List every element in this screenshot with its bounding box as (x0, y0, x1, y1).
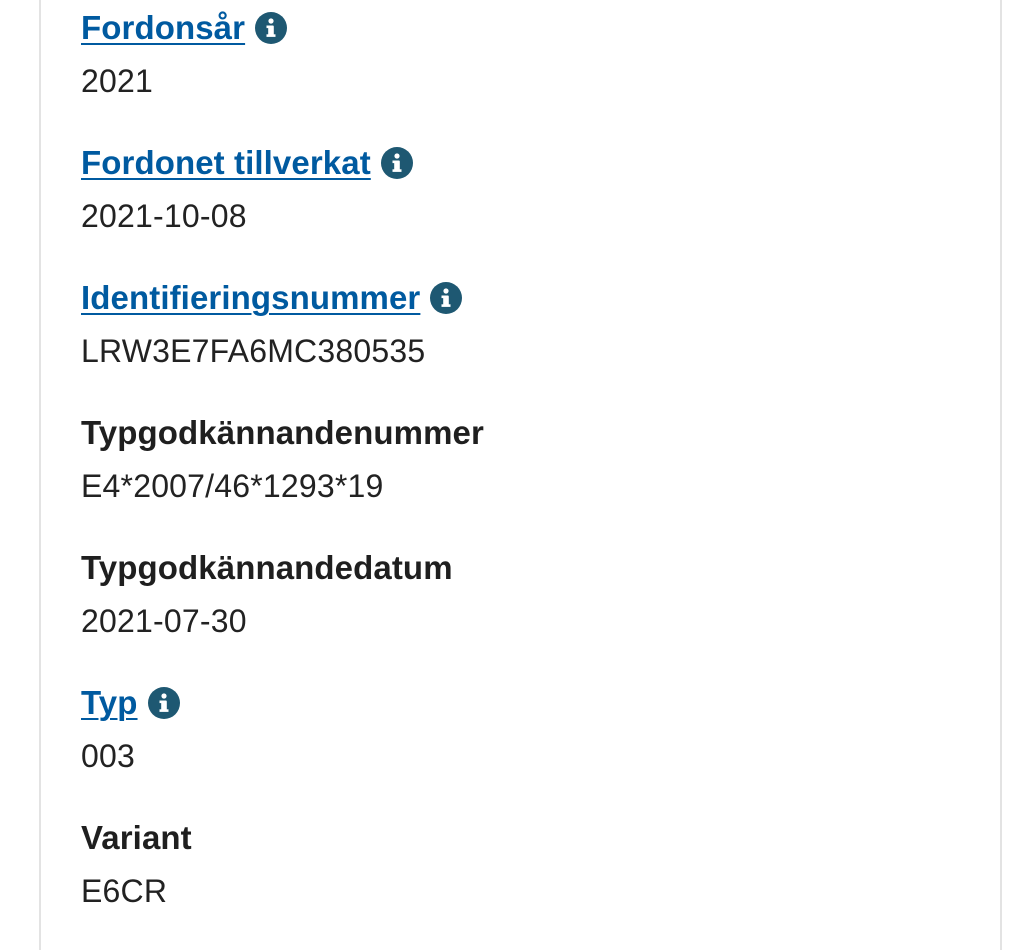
fordonsar-value: 2021 (81, 63, 153, 99)
identifieringsnummer-link[interactable]: Identifieringsnummer (81, 279, 420, 317)
typgodkannandedatum-label: Typgodkännandedatum (81, 549, 453, 586)
info-icon[interactable] (430, 282, 463, 314)
identifieringsnummer-value: LRW3E7FA6MC380535 (81, 333, 426, 369)
info-icon[interactable] (147, 687, 180, 719)
typ-link[interactable]: Typ (81, 684, 138, 722)
field-fordonet-tillverkat: Fordonet tillverkat 2021-10-08 (81, 143, 413, 236)
field-label-row: Variant (81, 818, 192, 858)
field-typgodkannandedatum: Typgodkännandedatum 2021-07-30 (81, 548, 453, 641)
field-typ: Typ 003 (81, 683, 180, 776)
typgodkannandenummer-label: Typgodkännandenummer (81, 414, 484, 451)
variant-label: Variant (81, 819, 192, 856)
typgodkannandedatum-value: 2021-07-30 (81, 603, 247, 639)
field-typgodkannandenummer: Typgodkännandenummer E4*2007/46*1293*19 (81, 413, 484, 506)
typgodkannandenummer-value: E4*2007/46*1293*19 (81, 468, 384, 504)
page: Fordonsår 2021 Fordonet tillverkat 2021-… (0, 0, 1024, 950)
field-variant: Variant E6CR (81, 818, 192, 911)
field-identifieringsnummer: Identifieringsnummer LRW3E7FA6MC380535 (81, 278, 463, 371)
variant-value: E6CR (81, 873, 168, 909)
field-label-row: Fordonsår (81, 8, 288, 48)
field-label-row: Typ (81, 683, 180, 723)
typ-value: 003 (81, 738, 135, 774)
fordonet-tillverkat-link[interactable]: Fordonet tillverkat (81, 144, 371, 182)
field-label-row: Typgodkännandenummer (81, 413, 484, 453)
field-fordonsar: Fordonsår 2021 (81, 8, 288, 101)
field-label-row: Typgodkännandedatum (81, 548, 453, 588)
info-icon[interactable] (255, 12, 288, 44)
field-label-row: Fordonet tillverkat (81, 143, 413, 183)
field-label-row: Identifieringsnummer (81, 278, 463, 318)
fordonsar-link[interactable]: Fordonsår (81, 9, 245, 47)
fordonet-tillverkat-value: 2021-10-08 (81, 198, 247, 234)
info-icon[interactable] (380, 147, 413, 179)
